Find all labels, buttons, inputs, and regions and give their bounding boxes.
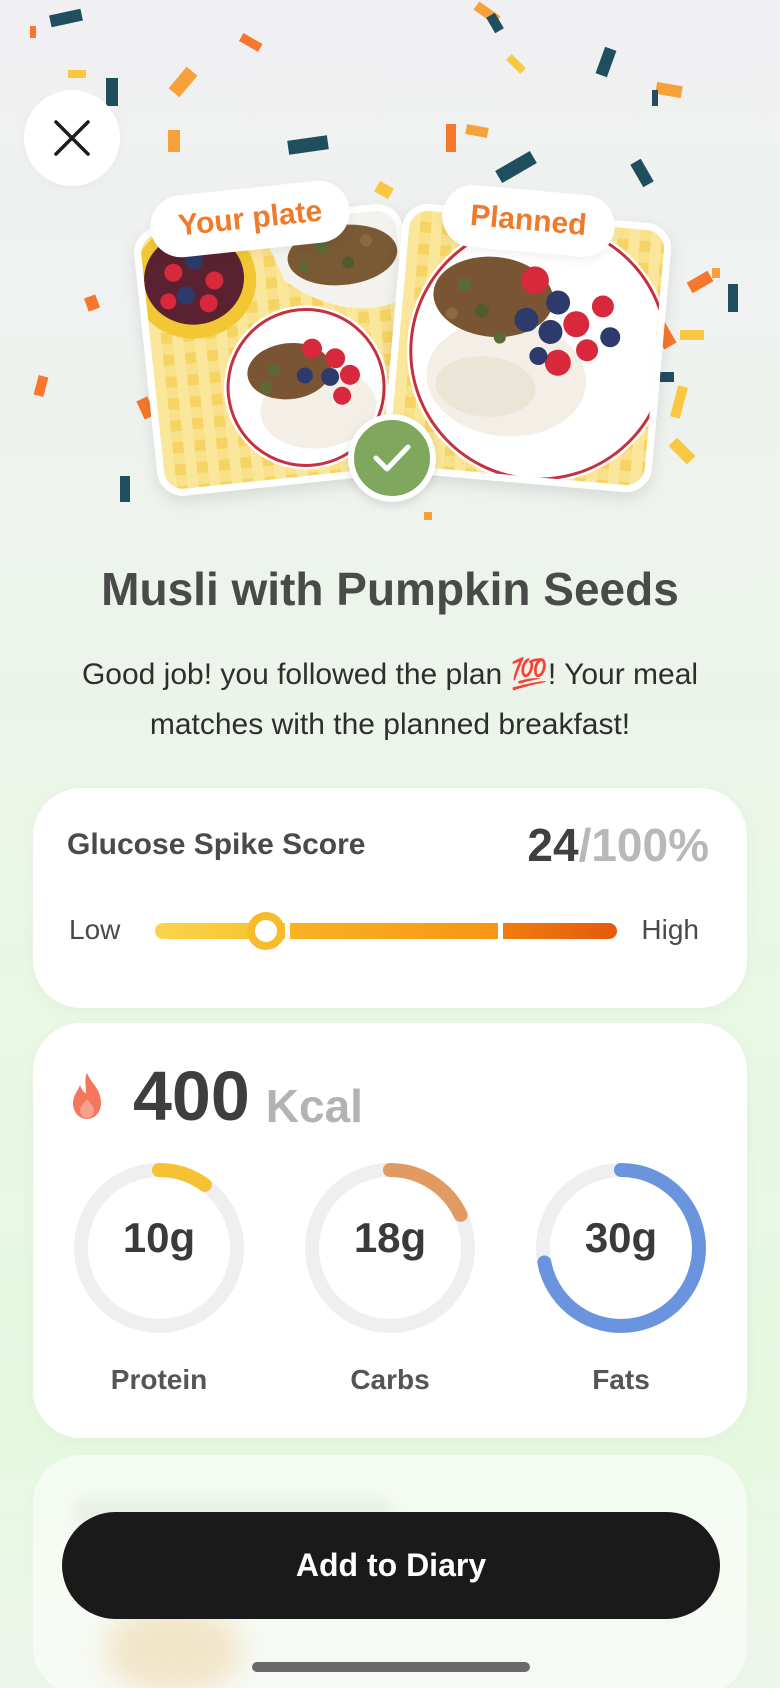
check-icon xyxy=(373,444,411,472)
nutrition-card: 400 Kcal 10g Protein 18g Carbs 30g Fats xyxy=(33,1023,747,1438)
flame-icon xyxy=(73,1073,101,1119)
add-to-diary-button[interactable]: Add to Diary xyxy=(62,1512,720,1619)
fats-label: Fats xyxy=(592,1364,650,1395)
protein-value: 10g xyxy=(122,1214,196,1261)
protein-label: Protein xyxy=(110,1364,208,1395)
glucose-score: 24/100% xyxy=(527,818,709,872)
glucose-score-value: 24 xyxy=(527,819,579,871)
home-indicator[interactable] xyxy=(252,1662,530,1672)
close-button[interactable] xyxy=(24,90,120,186)
calories-row: 400 Kcal xyxy=(67,1061,363,1131)
kcal-value: 400 xyxy=(133,1057,250,1135)
carbs-label: Carbs xyxy=(350,1364,430,1395)
glucose-bar-high-segment xyxy=(503,923,617,939)
macro-carbs: 18g Carbs xyxy=(300,1158,480,1396)
screen: Your plate Planned Musli with Pumpkin Se… xyxy=(0,0,780,1688)
glucose-bar-mid-segment xyxy=(290,923,498,939)
low-label: Low xyxy=(69,914,121,945)
carbs-value: 18g xyxy=(353,1214,427,1261)
kcal-unit: Kcal xyxy=(265,1080,363,1132)
glucose-label: Glucose Spike Score xyxy=(67,828,366,861)
glucose-card: Glucose Spike Score 24/100% Low High xyxy=(33,788,747,1008)
high-label: High xyxy=(641,914,699,945)
meal-message: Good job! you followed the plan 💯! Your … xyxy=(81,658,699,741)
macro-protein: 10g Protein xyxy=(69,1158,249,1396)
match-badge xyxy=(348,414,436,502)
glucose-indicator xyxy=(246,912,285,950)
close-icon xyxy=(54,120,90,156)
fats-value: 30g xyxy=(584,1214,658,1261)
glucose-bar xyxy=(155,923,617,939)
meal-title: Musli with Pumpkin Seeds xyxy=(101,563,679,615)
glucose-score-total: /100% xyxy=(578,819,709,871)
macro-fats: 30g Fats xyxy=(531,1158,711,1396)
